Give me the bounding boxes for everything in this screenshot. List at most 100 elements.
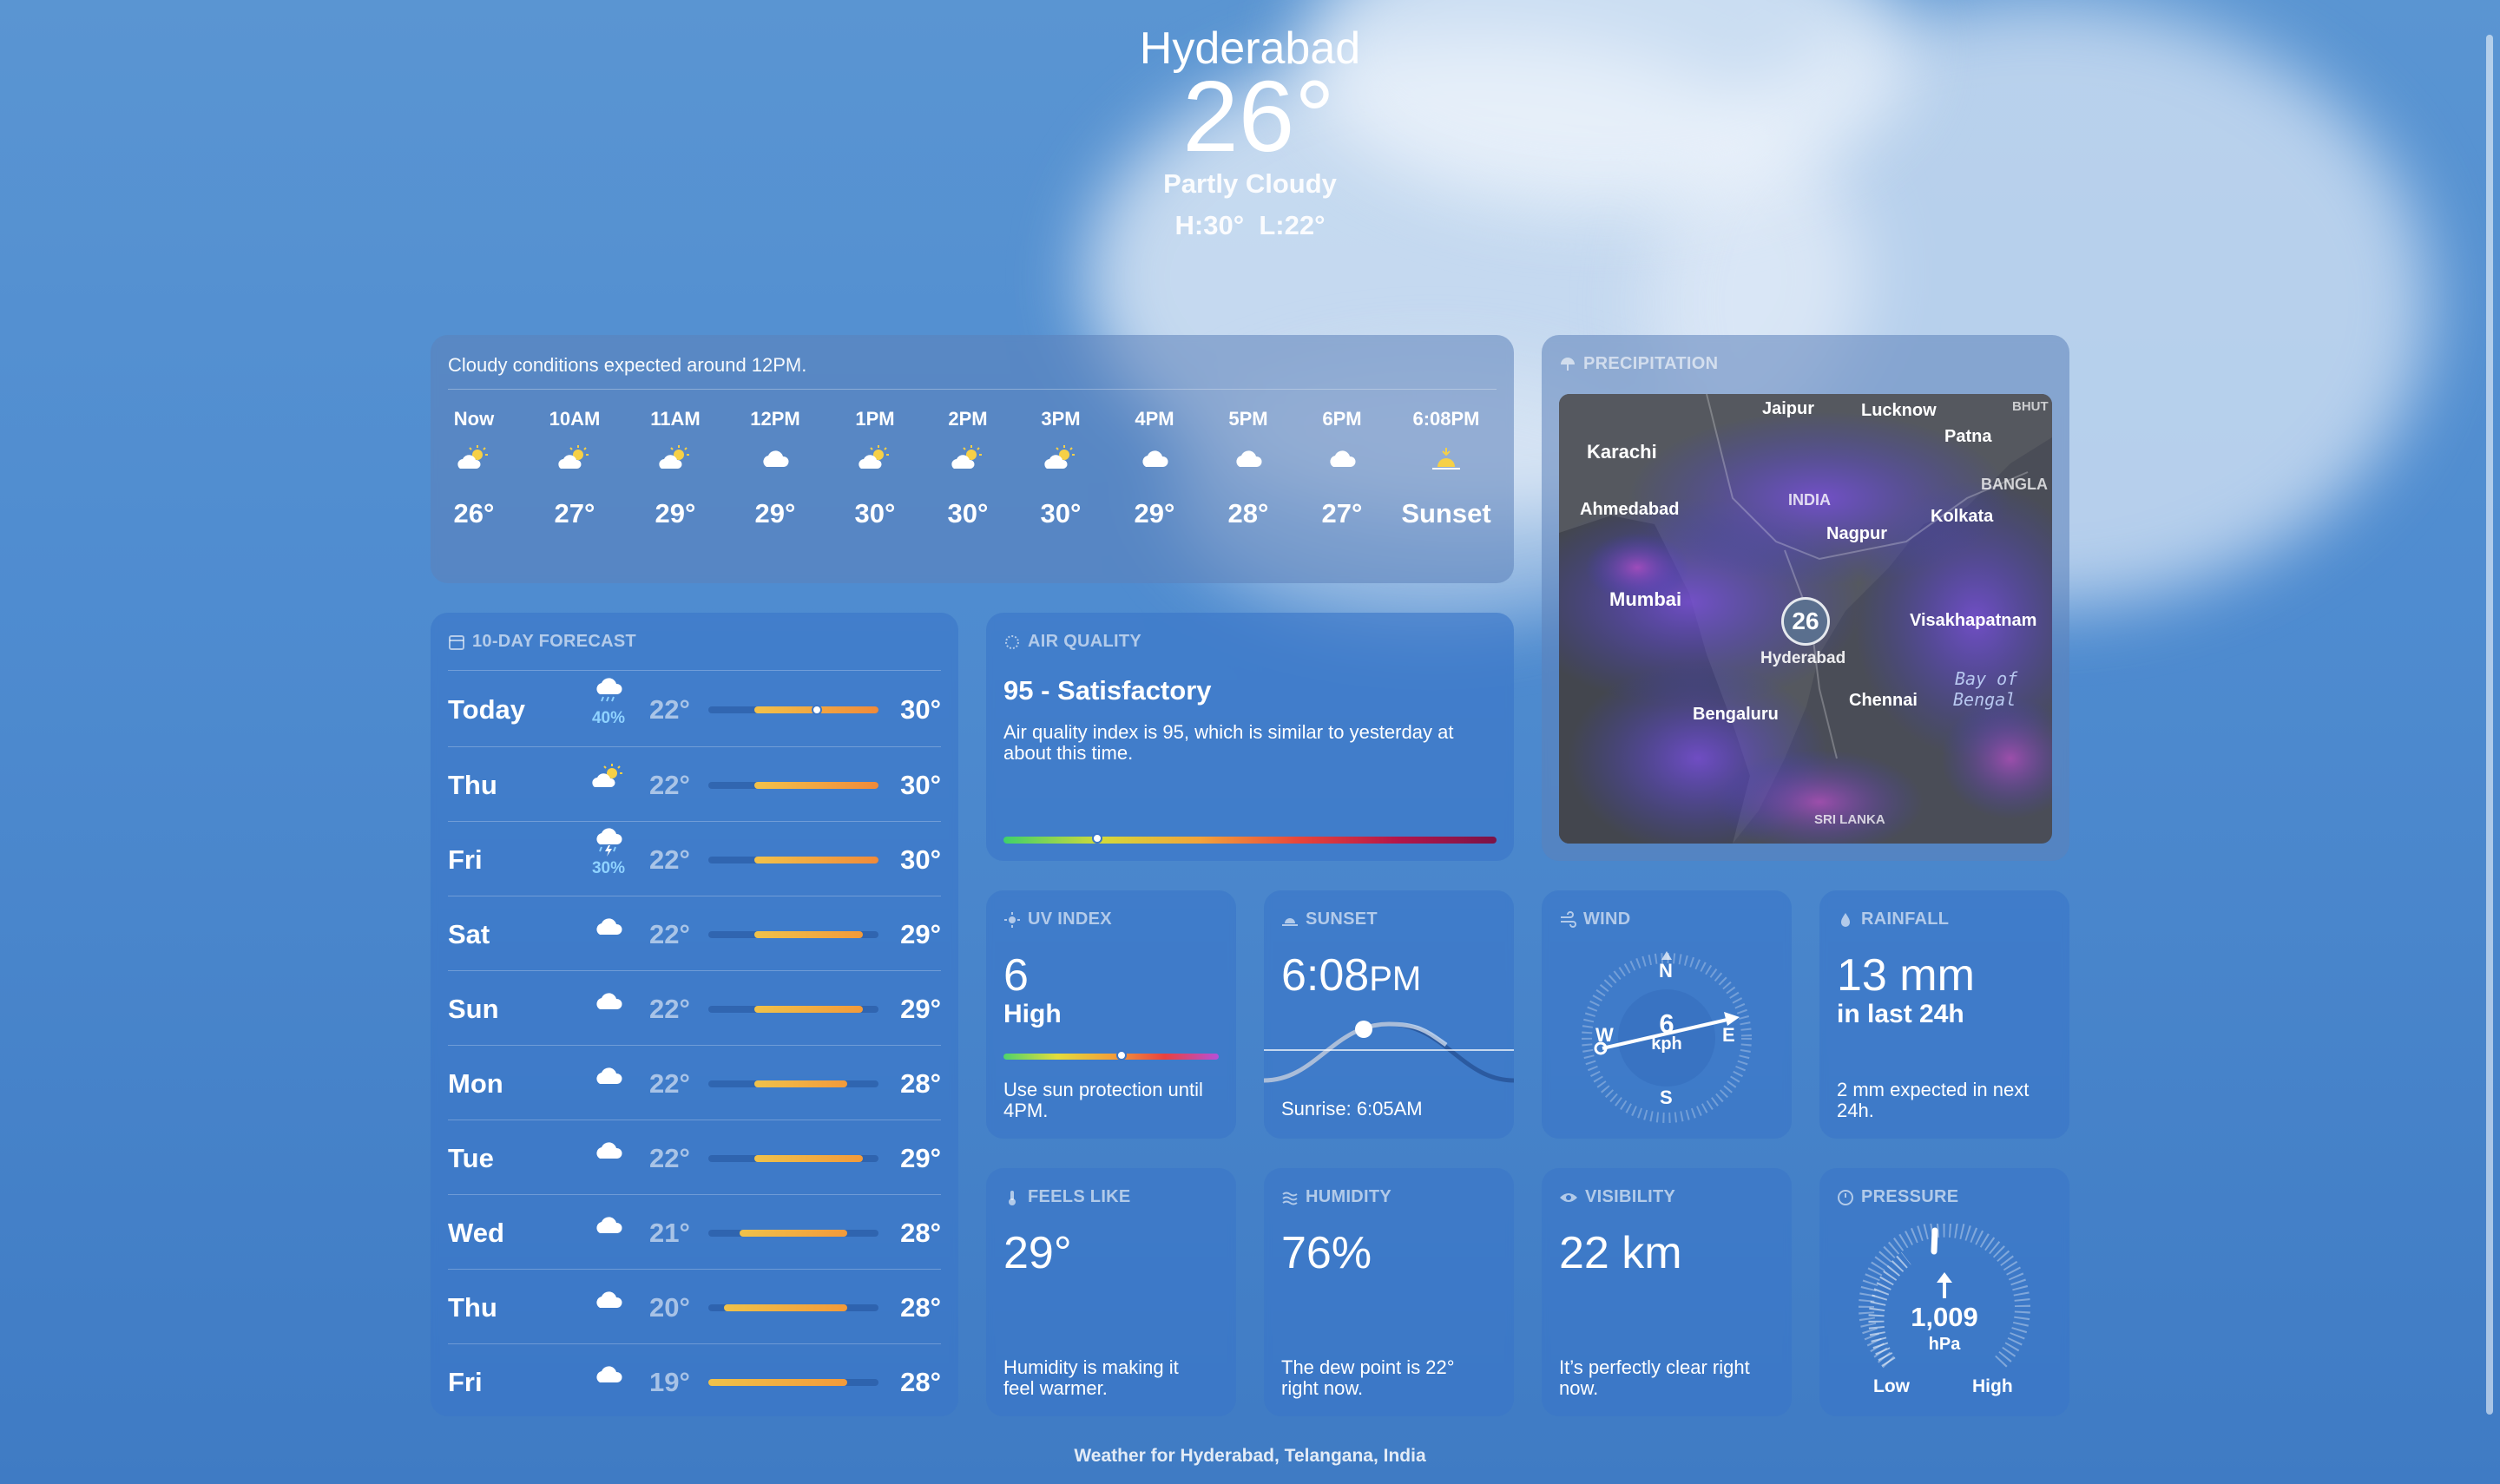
forecast-day: Fri	[448, 1367, 483, 1397]
hour-temperature: 30°	[1040, 498, 1082, 529]
wind-icon	[1561, 910, 1576, 928]
forecast-high: 29°	[900, 994, 941, 1024]
sunset-icon	[1398, 434, 1494, 486]
cloud-bolt-rain-icon: 30%	[578, 827, 639, 878]
ten-day-label-text: 10-DAY FORECAST	[472, 632, 636, 651]
air-quality-indicator	[1091, 833, 1102, 844]
hour-item: 6PM 27°	[1303, 408, 1381, 529]
forecast-day: Mon	[448, 1068, 503, 1099]
rainfall-label: RAINFALL	[1837, 909, 1949, 929]
cloud-rain-icon: 40%	[578, 677, 639, 728]
partly-cloudy-sun-icon	[929, 434, 1007, 486]
forecast-day: Sat	[448, 919, 490, 949]
map-label-bengal: Bengal	[1953, 689, 2016, 710]
air-quality-bar	[1003, 837, 1497, 844]
hour-time: 3PM	[1041, 408, 1081, 430]
eye-icon	[1560, 1192, 1577, 1202]
hour-item: Now 26°	[435, 408, 513, 529]
hour-temperature: Sunset	[1401, 498, 1491, 529]
forecast-day-row[interactable]: Thu 22° 30°	[448, 746, 941, 821]
hour-item: 2PM 30°	[929, 408, 1007, 529]
temperature-range-fill	[754, 857, 878, 863]
hour-time: 4PM	[1135, 408, 1174, 430]
cloud-icon	[578, 1061, 639, 1097]
temperature-range-bar	[708, 782, 878, 789]
forecast-day-row[interactable]: Wed 21° 28°	[448, 1194, 941, 1269]
map-location-pin[interactable]: 26	[1781, 597, 1830, 646]
forecast-low: 22°	[649, 994, 690, 1024]
map-label-karachi: Karachi	[1587, 441, 1657, 463]
calendar-icon	[449, 634, 464, 650]
map-label-hyderabad: Hyderabad	[1760, 649, 1846, 667]
hour-item: 3PM 30°	[1022, 408, 1100, 529]
forecast-high: 28°	[900, 1292, 941, 1323]
forecast-low: 20°	[649, 1292, 690, 1323]
temperature-range-bar	[708, 1230, 878, 1237]
precipitation-label: PRECIPITATION	[1559, 354, 1718, 374]
forecast-day-row[interactable]: Today 40% 22° 30°	[448, 672, 941, 746]
forecast-low: 22°	[649, 919, 690, 949]
compass-west: W	[1595, 1024, 1614, 1046]
gauge-icon	[1838, 1189, 1853, 1205]
wind-unit: kph	[1651, 1034, 1682, 1054]
compass-north: N	[1659, 960, 1673, 982]
pressure-low: Low	[1873, 1376, 1910, 1396]
hour-temperature: 29°	[1134, 498, 1175, 529]
umbrella-icon	[1561, 357, 1575, 371]
forecast-day-row[interactable]: Tue 22° 29°	[448, 1120, 941, 1194]
temperature-range-fill	[739, 1230, 848, 1237]
hour-temperature: 30°	[854, 498, 896, 529]
map-label-bhutan: BHUT	[2012, 399, 2049, 414]
raindrop-icon	[1841, 912, 1850, 927]
sunset-time-value: 6:08	[1281, 950, 1370, 1001]
forecast-day-row[interactable]: Fri 30% 22° 30°	[448, 821, 941, 896]
rainfall-period: in last 24h	[1837, 1000, 1964, 1028]
uv-note: Use sun protection until 4PM.	[1003, 1079, 1203, 1121]
pressure-high: High	[1972, 1376, 2013, 1396]
map-pin-temperature: 26	[1792, 607, 1819, 634]
humidity-label: HUMIDITY	[1281, 1187, 1391, 1207]
visibility-label-text: VISIBILITY	[1585, 1187, 1676, 1206]
hour-temperature: 29°	[754, 498, 796, 529]
forecast-day-row[interactable]: Mon 22° 28°	[448, 1045, 941, 1120]
forecast-day-row[interactable]: Fri 19° 28°	[448, 1343, 941, 1418]
temperature-range-bar	[708, 931, 878, 938]
humidity-value: 76%	[1281, 1228, 1372, 1278]
forecast-day-row[interactable]: Sun 22° 29°	[448, 970, 941, 1045]
hourly-divider	[448, 389, 1497, 390]
hour-time: 2PM	[948, 408, 988, 430]
forecast-day: Today	[448, 694, 525, 725]
temperature-range-fill	[754, 1006, 864, 1013]
scrollbar[interactable]	[2486, 35, 2493, 1415]
forecast-day: Thu	[448, 1292, 497, 1323]
uv-bar	[1003, 1054, 1219, 1060]
temperature-range-bar	[708, 1379, 878, 1386]
map-label-jaipur: Jaipur	[1762, 399, 1815, 418]
sunset-small-icon	[1282, 917, 1298, 926]
forecast-day: Thu	[448, 770, 497, 800]
wind-label-text: WIND	[1583, 909, 1631, 929]
hour-time: 5PM	[1228, 408, 1268, 430]
uv-label-text: UV INDEX	[1028, 909, 1112, 929]
rainfall-note: 2 mm expected in next 24h.	[1837, 1079, 2030, 1121]
forecast-high: 30°	[900, 770, 941, 800]
hour-item: 6:08PM Sunset	[1398, 408, 1494, 529]
map-label-india: INDIA	[1788, 491, 1831, 509]
hour-temperature: 28°	[1227, 498, 1269, 529]
cloud-icon	[578, 987, 639, 1022]
compass-east: E	[1722, 1024, 1735, 1046]
map-label-bengaluru: Bengaluru	[1693, 705, 1779, 724]
uv-value: 6	[1003, 950, 1029, 1001]
temperature-range-bar	[708, 857, 878, 863]
temperature-range-fill	[754, 782, 878, 789]
hour-time: 1PM	[855, 408, 895, 430]
cloud-icon	[578, 912, 639, 948]
footer-location[interactable]: Weather for Hyderabad, Telangana, India	[0, 1446, 2500, 1467]
hour-item: 10AM 27°	[536, 408, 614, 529]
forecast-day-row[interactable]: Sat 22° 29°	[448, 896, 941, 970]
precip-chance: 40%	[591, 709, 626, 727]
forecast-day-row[interactable]: Thu 20° 28°	[448, 1269, 941, 1343]
partly-cloudy-sun-icon	[578, 763, 639, 798]
partly-cloudy-sun-icon	[836, 434, 914, 486]
hour-time: 6:08PM	[1412, 408, 1480, 430]
